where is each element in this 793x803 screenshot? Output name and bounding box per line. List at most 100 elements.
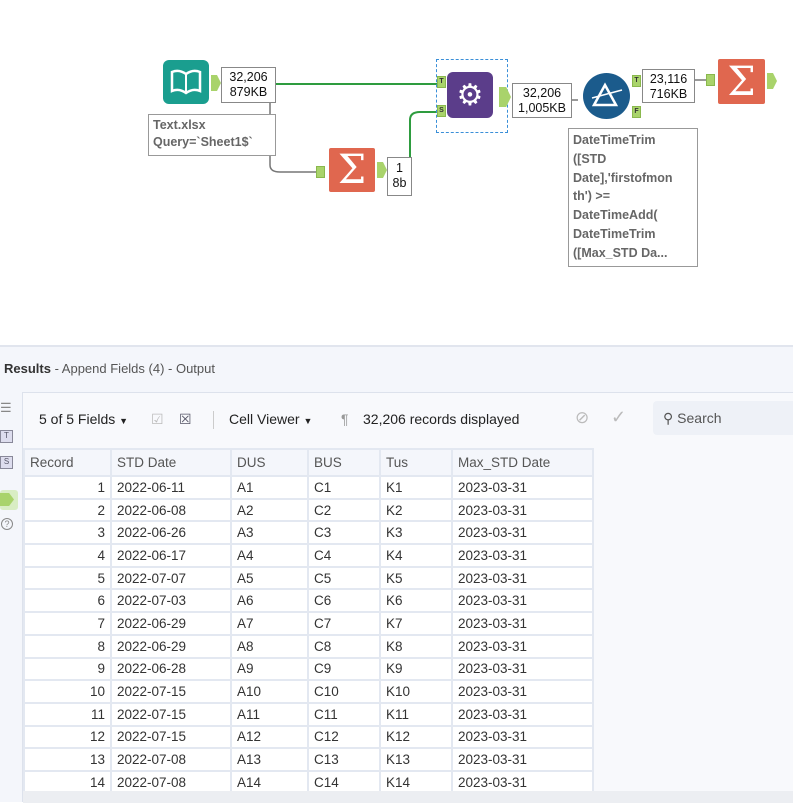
table-row[interactable]: 13 2022-07-08 A13 C13 K13 2023-03-31	[23, 747, 594, 772]
table-cell[interactable]: A7	[230, 611, 309, 636]
table-cell[interactable]: 2022-06-17	[110, 543, 232, 568]
table-cell[interactable]: K12	[379, 724, 453, 750]
table-cell[interactable]: 2022-07-15	[110, 701, 232, 727]
table-cell[interactable]: 2023-03-31	[451, 701, 594, 727]
table-cell[interactable]: K1	[379, 475, 453, 500]
table-cell[interactable]: 2022-07-08	[110, 747, 232, 772]
table-row[interactable]: 7 2022-06-29 A7 C7 K7 2023-03-31	[23, 611, 594, 636]
table-cell[interactable]: A6	[230, 588, 309, 614]
table-cell[interactable]: 2023-03-31	[451, 588, 594, 614]
table-cell[interactable]: 2023-03-31	[451, 565, 594, 591]
table-cell[interactable]: 2023-03-31	[451, 520, 594, 546]
table-row[interactable]: 12 2022-07-15 A12 C12 K12 2023-03-31	[23, 724, 594, 750]
table-cell[interactable]: 2023-03-31	[451, 679, 594, 704]
table-cell[interactable]: 12	[23, 724, 112, 750]
table-cell[interactable]: K6	[379, 588, 453, 614]
table-cell[interactable]: A12	[230, 724, 309, 750]
table-cell[interactable]: 2022-06-26	[110, 520, 232, 546]
column-header[interactable]: Record	[23, 448, 112, 477]
table-cell[interactable]: 2022-06-08	[110, 497, 232, 523]
table-cell[interactable]: 2023-03-31	[451, 656, 594, 682]
column-header[interactable]: Max_STD Date	[451, 448, 594, 477]
table-cell[interactable]: 2022-07-15	[110, 724, 232, 750]
table-cell[interactable]: 2022-06-29	[110, 633, 232, 659]
table-cell[interactable]: 2022-07-03	[110, 588, 232, 614]
summarize-tool-2[interactable]: Σ	[718, 59, 765, 105]
table-cell[interactable]: A3	[230, 520, 309, 546]
help-icon[interactable]: ?	[1, 518, 13, 530]
table-cell[interactable]: K11	[379, 701, 453, 727]
false-anchor[interactable]: F	[632, 106, 641, 118]
table-cell[interactable]: 11	[23, 701, 112, 727]
table-cell[interactable]: 9	[23, 656, 112, 682]
table-cell[interactable]: K2	[379, 497, 453, 523]
table-row[interactable]: 4 2022-06-17 A4 C4 K4 2023-03-31	[23, 543, 594, 568]
fields-dropdown[interactable]: 5 of 5 Fields ▼	[39, 411, 128, 427]
target-anchor[interactable]: T	[437, 76, 446, 88]
table-cell[interactable]: 3	[23, 520, 112, 546]
table-row[interactable]: 2 2022-06-08 A2 C2 K2 2023-03-31	[23, 497, 594, 523]
source-view-icon[interactable]: S	[0, 456, 13, 469]
input-anchor[interactable]	[316, 166, 325, 178]
table-cell[interactable]: K8	[379, 633, 453, 659]
table-cell[interactable]: 2023-03-31	[451, 633, 594, 659]
true-anchor[interactable]: T	[632, 75, 641, 87]
source-anchor[interactable]: S	[437, 105, 446, 117]
input-anchor[interactable]	[706, 74, 715, 86]
table-cell[interactable]: C6	[307, 588, 381, 614]
table-cell[interactable]: 1	[23, 475, 112, 500]
table-cell[interactable]: C9	[307, 656, 381, 682]
table-cell[interactable]: 2022-06-28	[110, 656, 232, 682]
cell-viewer-dropdown[interactable]: Cell Viewer ▼	[229, 411, 312, 427]
deselect-all-checkbox-icon[interactable]: ☒	[179, 411, 192, 428]
table-cell[interactable]: 8	[23, 633, 112, 659]
column-header[interactable]: STD Date	[110, 448, 232, 477]
table-cell[interactable]: K7	[379, 611, 453, 636]
table-cell[interactable]: K9	[379, 656, 453, 682]
table-cell[interactable]: C13	[307, 747, 381, 772]
target-view-icon[interactable]: T	[0, 430, 13, 443]
table-cell[interactable]: 2022-07-15	[110, 679, 232, 704]
table-cell[interactable]: A11	[230, 701, 309, 727]
column-header[interactable]: DUS	[230, 448, 309, 477]
table-cell[interactable]: 13	[23, 747, 112, 772]
table-cell[interactable]: K3	[379, 520, 453, 546]
table-cell[interactable]: A10	[230, 679, 309, 704]
table-cell[interactable]: 2023-03-31	[451, 543, 594, 568]
table-cell[interactable]: 5	[23, 565, 112, 591]
table-cell[interactable]: A5	[230, 565, 309, 591]
table-cell[interactable]: 2023-03-31	[451, 497, 594, 523]
table-cell[interactable]: K5	[379, 565, 453, 591]
cancel-icon[interactable]: ⊘	[575, 408, 589, 428]
table-cell[interactable]: C5	[307, 565, 381, 591]
table-cell[interactable]: K4	[379, 543, 453, 568]
table-cell[interactable]: 2023-03-31	[451, 475, 594, 500]
table-cell[interactable]: A4	[230, 543, 309, 568]
table-cell[interactable]: A13	[230, 747, 309, 772]
table-cell[interactable]: K13	[379, 747, 453, 772]
table-row[interactable]: 6 2022-07-03 A6 C6 K6 2023-03-31	[23, 588, 594, 614]
table-cell[interactable]: 4	[23, 543, 112, 568]
table-cell[interactable]: C1	[307, 475, 381, 500]
append-fields-tool[interactable]: ⚙	[447, 72, 493, 118]
filter-tool[interactable]	[583, 73, 630, 119]
table-row[interactable]: 1 2022-06-11 A1 C1 K1 2023-03-31	[23, 475, 594, 500]
table-cell[interactable]: A2	[230, 497, 309, 523]
column-header[interactable]: BUS	[307, 448, 381, 477]
checkmark-icon[interactable]: ✓	[611, 407, 626, 428]
table-row[interactable]: 5 2022-07-07 A5 C5 K5 2023-03-31	[23, 565, 594, 591]
table-cell[interactable]: C8	[307, 633, 381, 659]
pilcrow-icon[interactable]: ¶	[341, 411, 349, 427]
table-row[interactable]: 8 2022-06-29 A8 C8 K8 2023-03-31	[23, 633, 594, 659]
output-view-button[interactable]	[0, 490, 18, 510]
table-cell[interactable]: C2	[307, 497, 381, 523]
table-cell[interactable]: 10	[23, 679, 112, 704]
table-cell[interactable]: C3	[307, 520, 381, 546]
table-cell[interactable]: 2	[23, 497, 112, 523]
table-cell[interactable]: 2022-06-11	[110, 475, 232, 500]
table-row[interactable]: 3 2022-06-26 A3 C3 K3 2023-03-31	[23, 520, 594, 546]
summarize-tool[interactable]: Σ	[329, 147, 375, 193]
table-cell[interactable]: C10	[307, 679, 381, 704]
table-cell[interactable]: 6	[23, 588, 112, 614]
table-cell[interactable]: C12	[307, 724, 381, 750]
